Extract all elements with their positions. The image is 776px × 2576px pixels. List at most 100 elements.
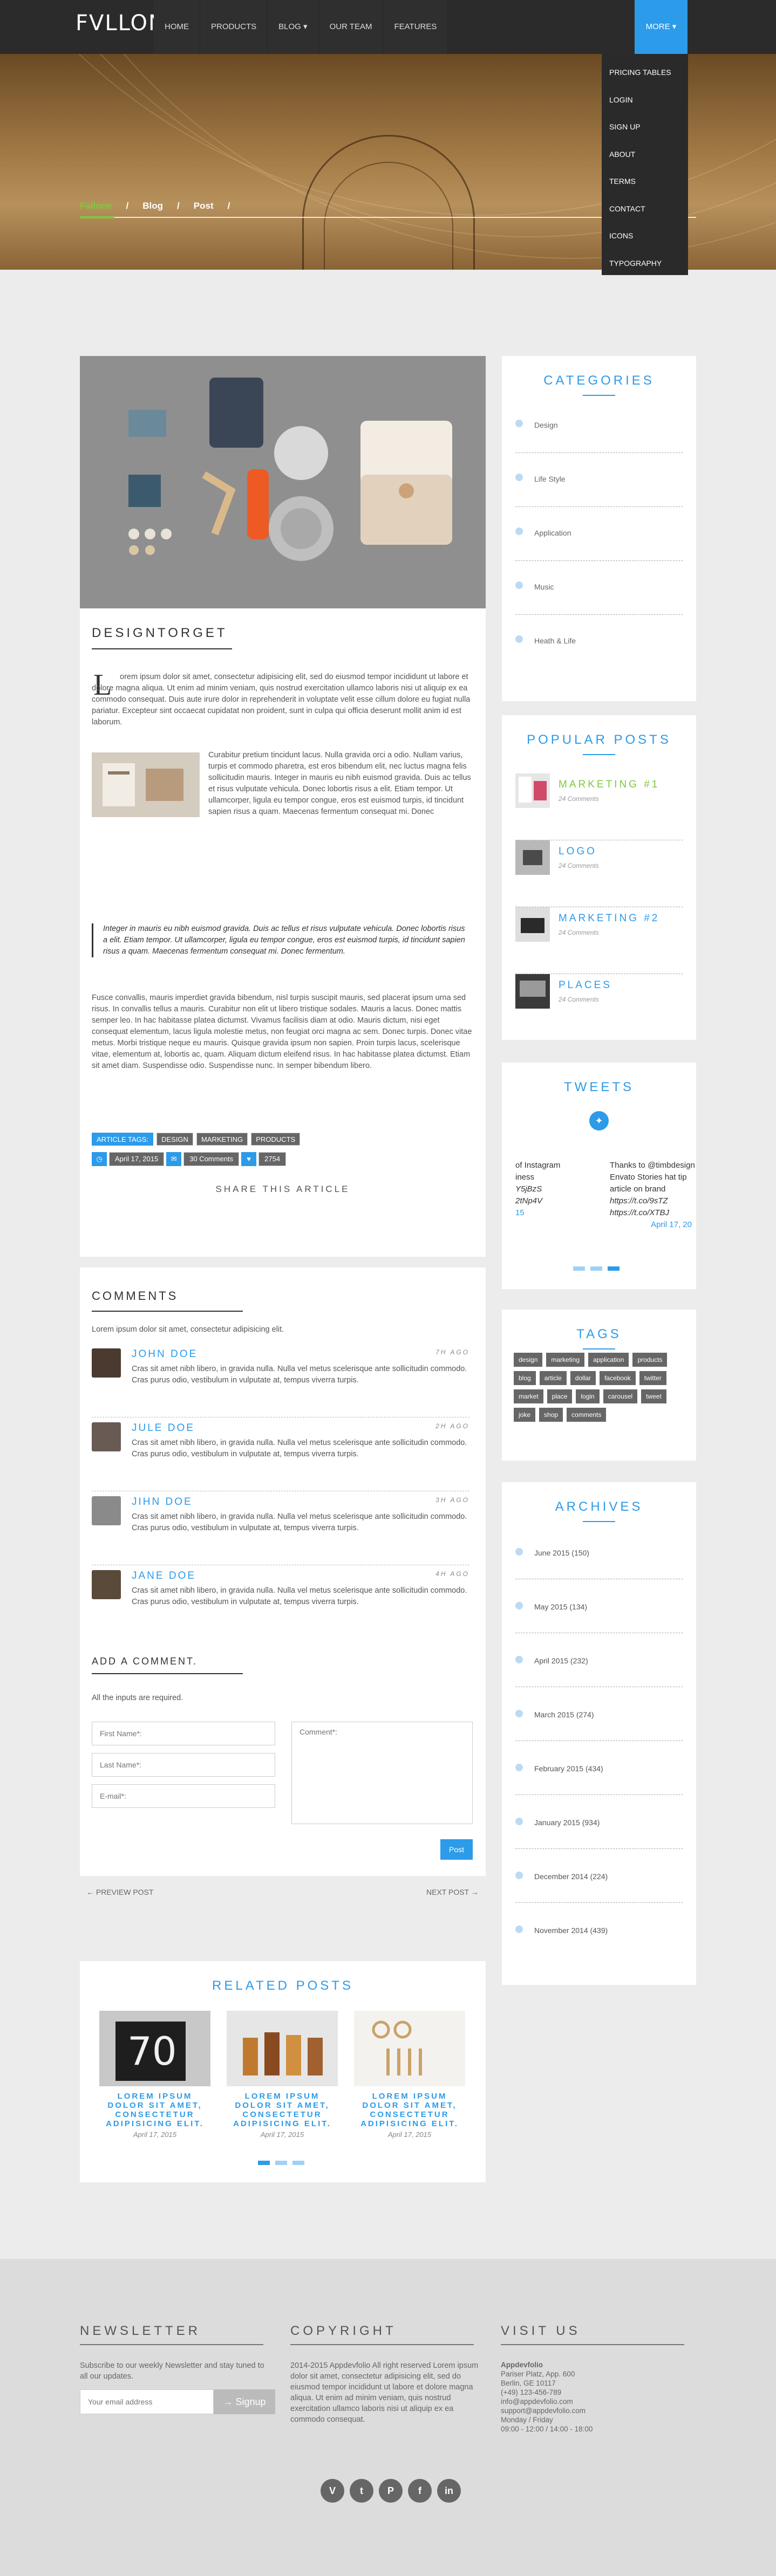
category-item[interactable]: Heath & Life	[515, 615, 683, 669]
tag-chip[interactable]: design	[514, 1353, 543, 1367]
nav-home[interactable]: HOME	[154, 0, 200, 54]
archive-label[interactable]: April 2015 (232)	[534, 1656, 588, 1665]
post-comments-count[interactable]: 30 Comments	[183, 1152, 240, 1166]
menu-item-typography[interactable]: TYPOGRAPHY	[602, 255, 688, 282]
email-link[interactable]: info@appdevfolio.com	[501, 2397, 695, 2406]
menu-item-sign-up[interactable]: SIGN UP	[602, 118, 688, 146]
email-link[interactable]: support@appdevfolio.com	[501, 2406, 695, 2415]
comment-author[interactable]: JOHN DOE	[132, 1348, 198, 1360]
popular-post-item[interactable]: LOGO 24 Comments	[515, 840, 683, 907]
archive-item[interactable]: January 2015 (934)	[515, 1795, 683, 1849]
carousel-dot[interactable]	[258, 2161, 270, 2165]
carousel-dot[interactable]	[590, 1266, 602, 1271]
archive-label[interactable]: June 2015 (150)	[534, 1549, 589, 1557]
email-field[interactable]	[92, 1784, 275, 1808]
category-item[interactable]: Application	[515, 507, 683, 561]
nav-more[interactable]: MORE ▾	[635, 0, 687, 54]
nav-products[interactable]: PRODUCTS	[200, 0, 268, 54]
popular-post-title[interactable]: MARKETING #1	[559, 779, 659, 791]
tag-chip[interactable]: tweet	[641, 1389, 666, 1403]
comment-author[interactable]: JULE DOE	[132, 1422, 195, 1434]
tag-chip[interactable]: shop	[539, 1408, 563, 1422]
archive-item[interactable]: December 2014 (224)	[515, 1849, 683, 1903]
archive-item[interactable]: April 2015 (232)	[515, 1633, 683, 1687]
comment-author[interactable]: JIHN DOE	[132, 1496, 193, 1508]
menu-item-contact[interactable]: CONTACT	[602, 200, 688, 228]
menu-item-terms[interactable]: TERMS	[602, 173, 688, 200]
tag-products[interactable]: PRODUCTS	[251, 1133, 301, 1146]
category-item[interactable]: Design	[515, 399, 683, 453]
archive-item[interactable]: February 2015 (434)	[515, 1741, 683, 1795]
menu-item-pricing-tables[interactable]: PRICING TABLES	[602, 64, 688, 91]
category-label[interactable]: Heath & Life	[534, 636, 576, 645]
popular-post-title[interactable]: MARKETING #2	[559, 913, 659, 924]
related-post-card[interactable]: LOREM IPSUM DOLOR SIT AMET, CONSECTETUR …	[227, 2011, 338, 2139]
tweet-link[interactable]: https://t.co/XTBJ	[610, 1207, 696, 1219]
category-label[interactable]: Music	[534, 583, 554, 591]
carousel-dot[interactable]	[292, 2161, 304, 2165]
newsletter-email-input[interactable]	[80, 2389, 214, 2414]
popular-post-title[interactable]: PLACES	[559, 979, 612, 991]
tag-chip[interactable]: carousel	[603, 1389, 638, 1403]
tag-chip[interactable]: application	[588, 1353, 629, 1367]
tag-chip[interactable]: place	[547, 1389, 573, 1403]
tweet-link[interactable]: https://t.co/9sTZ	[610, 1195, 696, 1207]
popular-post-item[interactable]: MARKETING #1 24 Comments	[515, 773, 683, 840]
nav-blog[interactable]: BLOG ▾	[268, 0, 319, 54]
twitter-icon[interactable]: ✦	[589, 1111, 609, 1131]
tweet-link[interactable]: Y5jBzS	[515, 1183, 580, 1195]
vimeo-icon[interactable]: V	[321, 2479, 344, 2503]
post-comment-button[interactable]: Post	[440, 1839, 473, 1860]
tag-chip[interactable]: blog	[514, 1371, 536, 1385]
carousel-dot[interactable]	[573, 1266, 585, 1271]
comment-textarea[interactable]	[291, 1722, 473, 1824]
previous-post-link[interactable]: ← PREVIEW POST	[86, 1888, 153, 1896]
tag-chip[interactable]: dollar	[570, 1371, 596, 1385]
tag-chip[interactable]: marketing	[546, 1353, 585, 1367]
nav-features[interactable]: FEATURES	[383, 0, 448, 54]
menu-item-login[interactable]: LOGIN	[602, 91, 688, 119]
related-post-title[interactable]: LOREM IPSUM DOLOR SIT AMET, CONSECTETUR …	[99, 2092, 210, 2128]
related-post-card[interactable]: 70 LOREM IPSUM DOLOR SIT AMET, CONSECTET…	[99, 2011, 210, 2139]
carousel-dot[interactable]	[608, 1266, 620, 1271]
archive-label[interactable]: March 2015 (274)	[534, 1710, 594, 1719]
breadcrumb-blog[interactable]: Blog	[142, 201, 163, 211]
archive-item[interactable]: June 2015 (150)	[515, 1525, 683, 1579]
first-name-field[interactable]	[92, 1722, 275, 1745]
popular-post-title[interactable]: LOGO	[559, 846, 597, 858]
twitter-icon[interactable]: t	[350, 2479, 373, 2503]
tag-chip[interactable]: twitter	[639, 1371, 666, 1385]
archive-label[interactable]: February 2015 (434)	[534, 1764, 603, 1773]
archive-item[interactable]: May 2015 (134)	[515, 1579, 683, 1633]
tag-design[interactable]: DESIGN	[156, 1133, 193, 1146]
category-label[interactable]: Design	[534, 421, 558, 429]
carousel-dot[interactable]	[275, 2161, 287, 2165]
archive-label[interactable]: December 2014 (224)	[534, 1872, 608, 1881]
archive-item[interactable]: March 2015 (274)	[515, 1687, 683, 1741]
next-post-link[interactable]: NEXT POST →	[426, 1888, 479, 1896]
tag-chip[interactable]: article	[539, 1371, 567, 1385]
popular-post-item[interactable]: MARKETING #2 24 Comments	[515, 907, 683, 974]
signup-button[interactable]: → Signup	[214, 2389, 275, 2414]
linkedin-icon[interactable]: in	[437, 2479, 461, 2503]
pinterest-icon[interactable]: P	[379, 2479, 403, 2503]
tag-marketing[interactable]: MARKETING	[196, 1133, 248, 1146]
breadcrumb-home[interactable]: Fallone	[80, 201, 112, 211]
archive-item[interactable]: November 2014 (439)	[515, 1903, 683, 1957]
tag-chip[interactable]: comments	[567, 1408, 607, 1422]
archive-label[interactable]: May 2015 (134)	[534, 1602, 587, 1611]
tag-chip[interactable]: market	[514, 1389, 543, 1403]
archive-label[interactable]: November 2014 (439)	[534, 1926, 608, 1935]
related-post-title[interactable]: LOREM IPSUM DOLOR SIT AMET, CONSECTETUR …	[227, 2092, 338, 2128]
facebook-icon[interactable]: f	[408, 2479, 432, 2503]
category-item[interactable]: Life Style	[515, 453, 683, 507]
share-article[interactable]: SHARE THIS ARTICLE	[80, 1184, 486, 1195]
category-label[interactable]: Application	[534, 529, 571, 537]
related-post-card[interactable]: LOREM IPSUM DOLOR SIT AMET, CONSECTETUR …	[354, 2011, 465, 2139]
category-label[interactable]: Life Style	[534, 475, 566, 483]
phone[interactable]: (+49) 123-456-789	[501, 2388, 695, 2397]
popular-post-item[interactable]: PLACES 24 Comments	[515, 974, 683, 1041]
heart-icon[interactable]: ♥	[241, 1152, 257, 1166]
last-name-field[interactable]	[92, 1753, 275, 1777]
comment-author[interactable]: JANE DOE	[132, 1570, 196, 1582]
